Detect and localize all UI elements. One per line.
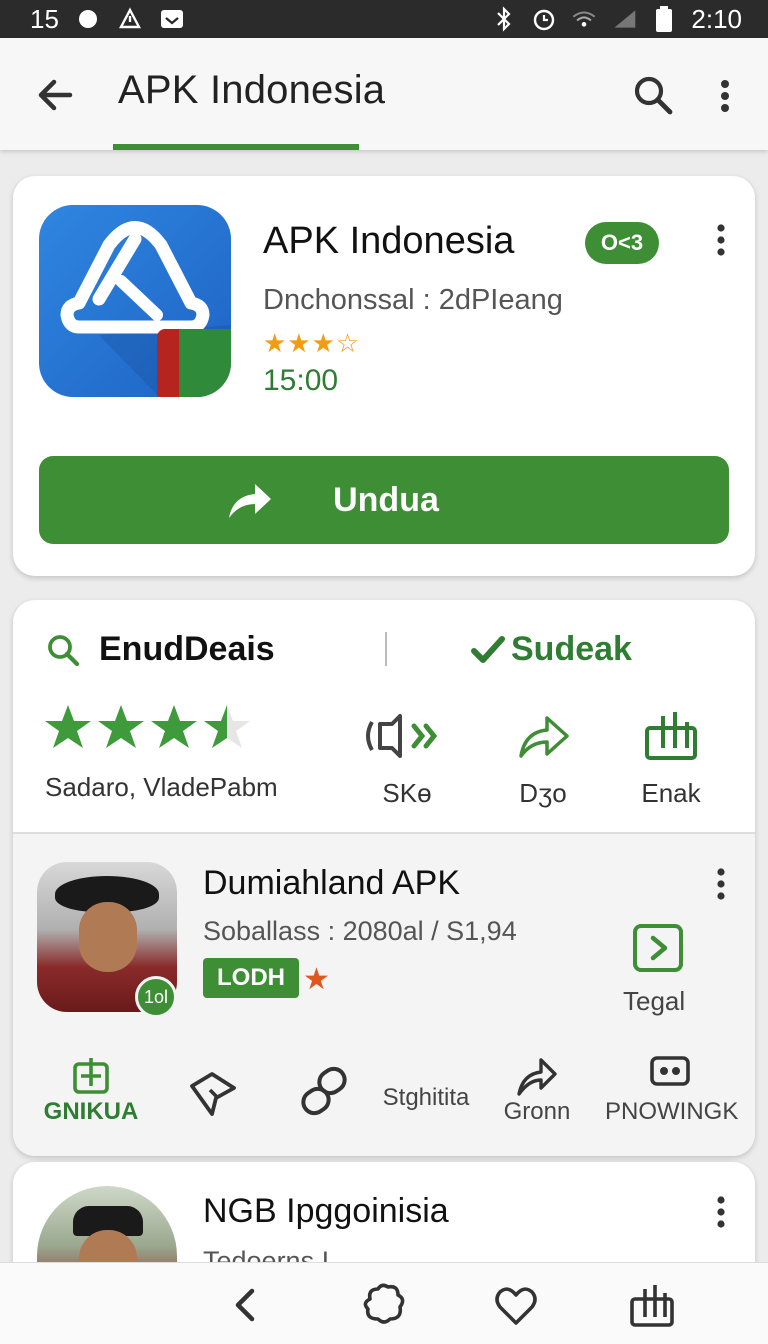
card-icon (648, 1054, 692, 1098)
action-share-label: Dʒo (519, 778, 567, 808)
bottom-nav (0, 1262, 768, 1344)
action-gronn-label: Gronn (503, 1098, 571, 1125)
list-item-title: Dumiahland APK (203, 864, 461, 902)
app-card: APK Indonesia O<3 Dnchonssal : 2dPIeang … (13, 176, 755, 576)
details-card: EnudDeais Sudeak Sadaro, VladePabm SKɵ D… (13, 600, 755, 1156)
app-rating-stars: ★★★☆ (263, 328, 361, 358)
nav-stats-icon[interactable] (628, 1281, 676, 1329)
action-sound[interactable]: SKɵ (347, 708, 467, 809)
rating-row: Sadaro, VladePabm SKɵ Dʒo Enak (13, 700, 755, 818)
circle-icon (75, 6, 101, 32)
forward-icon (515, 1054, 559, 1098)
status-left-text: 15 (30, 3, 59, 34)
app-time: 15:00 (263, 364, 339, 397)
action-stghitita-label: Stghitita (382, 1084, 470, 1111)
tag-icon (188, 1068, 236, 1116)
list-item-actions: GNIKUA Stghitita Gronn PNOWINGK (13, 1054, 755, 1134)
more-options-icon[interactable] (708, 74, 742, 118)
signal-icon (611, 6, 637, 32)
status-time: 2:10 (691, 3, 742, 34)
bluetooth-icon (491, 6, 517, 32)
rating-stars (43, 700, 263, 773)
download-label: Undua (333, 480, 439, 519)
alarm-icon (531, 6, 557, 32)
flag-badge-icon (157, 329, 231, 397)
page-title: APK Indonesia (118, 68, 386, 112)
alert-icon (117, 6, 143, 32)
app-badge[interactable]: O<3 (585, 222, 659, 264)
tab-status-label: Sudeak (511, 630, 632, 668)
list-item-badge: LODH (203, 958, 299, 998)
nav-back-icon[interactable] (222, 1281, 270, 1329)
list-item-title: NGB Ipggoinisia (203, 1192, 449, 1230)
action-gnikua-label: GNIKUA (43, 1098, 139, 1125)
message-icon (159, 6, 185, 32)
play-card-icon[interactable] (631, 918, 687, 974)
share-icon (515, 708, 571, 764)
action-tag[interactable] (185, 1068, 236, 1116)
tab-details[interactable]: EnudDeais (45, 630, 275, 669)
speaker-icon (366, 708, 438, 764)
tab-status[interactable]: Sudeak (471, 630, 632, 669)
add-box-icon (69, 1054, 113, 1098)
action-stghitita[interactable]: Stghitita (371, 1084, 481, 1112)
search-icon[interactable] (630, 72, 676, 118)
nav-heart-icon[interactable] (492, 1281, 540, 1329)
wifi-icon (571, 6, 597, 32)
back-arrow-icon[interactable] (32, 72, 78, 118)
tab-indicator (113, 144, 359, 150)
list-item-more-icon[interactable] (709, 864, 733, 904)
action-gnikua[interactable]: GNIKUA (41, 1054, 141, 1126)
battery-icon (651, 6, 677, 32)
action-gronn[interactable]: Gronn (497, 1054, 577, 1126)
app-subtitle: Dnchonssal : 2dPIeang (263, 284, 563, 316)
action-pnowingk[interactable]: PNOWINGK (605, 1054, 739, 1126)
star-icon: ★ (303, 963, 330, 996)
app-name: APK Indonesia (263, 220, 515, 262)
search-small-icon (48, 634, 80, 666)
list-item-more-icon[interactable] (709, 1192, 733, 1232)
list-item[interactable]: 1ol Dumiahland APK Soballass : 2080al / … (13, 834, 755, 1156)
action-sound-label: SKɵ (382, 778, 432, 808)
face-shape (79, 902, 137, 972)
nav-puzzle-icon[interactable] (360, 1281, 408, 1329)
tabs-row: EnudDeais Sudeak (13, 600, 755, 696)
link-icon (297, 1064, 347, 1116)
side-label: Tegal (623, 986, 686, 1016)
chart-icon (643, 708, 699, 764)
tab-details-label: EnudDeais (99, 630, 275, 668)
action-link[interactable] (291, 1064, 347, 1116)
share-arrow-icon (225, 478, 273, 522)
app-bar: APK Indonesia (0, 38, 768, 150)
action-stats[interactable]: Enak (611, 708, 731, 809)
action-pnowingk-label: PNOWINGK (605, 1098, 739, 1125)
action-share[interactable]: Dʒo (483, 708, 603, 809)
avatar-badge: 1ol (135, 976, 177, 1018)
download-button[interactable]: Undua (39, 456, 729, 544)
card-more-icon[interactable] (709, 220, 733, 260)
rating-label: Sadaro, VladePabm (45, 772, 278, 802)
tab-divider (385, 632, 387, 666)
action-stats-label: Enak (641, 778, 701, 808)
status-bar: 15 2:10 (0, 0, 768, 38)
checkmark-icon (471, 635, 505, 663)
app-icon[interactable] (39, 205, 231, 397)
list-item-subtitle: Soballass : 2080al / S1,94 (203, 916, 517, 946)
